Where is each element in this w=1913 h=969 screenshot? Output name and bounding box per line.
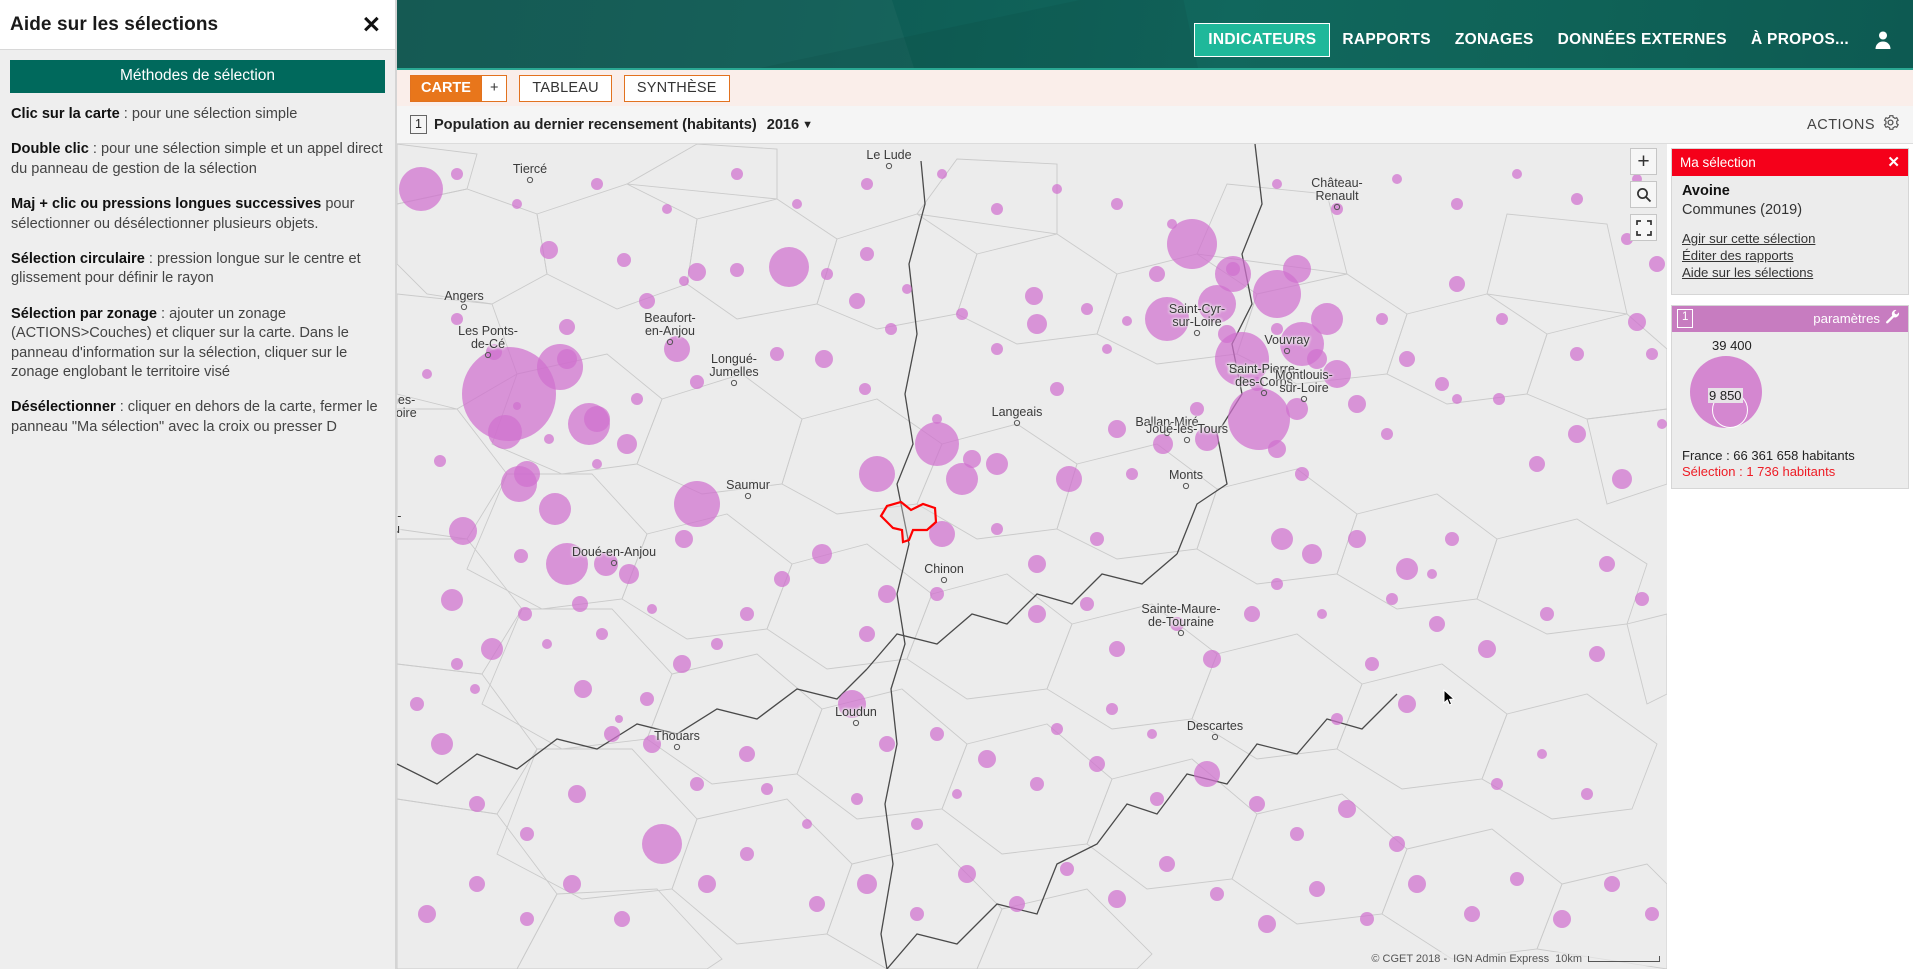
nav-item-a-propos[interactable]: À PROPOS... — [1739, 23, 1861, 57]
nav-item-indicateurs[interactable]: INDICATEURS — [1194, 23, 1330, 57]
tab-tableau[interactable]: TABLEAU — [519, 75, 611, 102]
gear-icon[interactable] — [1882, 114, 1899, 136]
indicator-label[interactable]: Population au dernier recensement (habit… — [434, 117, 757, 133]
help-item: Sélection circulaire : pression longue s… — [10, 250, 385, 289]
user-icon[interactable] — [1873, 29, 1893, 51]
zoom-in-button[interactable]: + — [1630, 148, 1657, 175]
map-controls: + — [1630, 148, 1657, 241]
selected-commune-outline — [397, 144, 1667, 969]
indicator-number-badge: 1 — [410, 115, 427, 135]
attribution-link[interactable]: IGN Admin Express — [1453, 953, 1549, 965]
tab-carte-group: CARTE + — [410, 75, 507, 102]
france-total-label: France : 66 361 658 habitants — [1682, 448, 1898, 463]
legend-max-value: 39 400 — [1712, 338, 1752, 353]
indicator-bar: 1 Population au dernier recensement (hab… — [397, 106, 1913, 144]
wrench-icon[interactable] — [1885, 309, 1900, 327]
close-icon[interactable]: ✕ — [1887, 153, 1900, 171]
help-item: Clic sur la carte : pour une sélection s… — [10, 105, 385, 124]
link-editer-des-rapports[interactable]: Éditer des rapports — [1682, 248, 1898, 263]
tab-carte[interactable]: CARTE — [410, 75, 481, 102]
my-selection-panel: Ma sélection ✕ Avoine Communes (2019) Ag… — [1671, 148, 1909, 295]
help-item: Double clic : pour une sélection simple … — [10, 140, 385, 179]
help-panel: Aide sur les sélections ✕ Méthodes de sé… — [0, 0, 397, 969]
attribution-text: © CGET 2018 - — [1371, 953, 1447, 965]
nav-item-rapports[interactable]: RAPPORTS — [1330, 23, 1443, 57]
selected-commune-type: Communes (2019) — [1682, 202, 1898, 218]
help-item: Maj + clic ou pressions longues successi… — [10, 195, 385, 234]
view-tab-strip: CARTE + TABLEAU SYNTHÈSE — [397, 68, 1913, 106]
tab-synthese[interactable]: SYNTHÈSE — [624, 75, 730, 102]
link-aide-sur-les-selections[interactable]: Aide sur les sélections — [1682, 265, 1898, 280]
tab-carte-add-button[interactable]: + — [481, 75, 507, 102]
help-item: Sélection par zonage : ajouter un zonage… — [10, 305, 385, 383]
nav-item-zonages[interactable]: ZONAGES — [1443, 23, 1546, 57]
parameters-header: 1 paramètres — [1672, 306, 1908, 332]
my-selection-header[interactable]: Ma sélection ✕ — [1672, 149, 1908, 176]
help-item-term: Double clic — [11, 141, 89, 157]
close-icon[interactable]: ✕ — [362, 13, 381, 36]
help-item-term: Maj + clic ou pressions longues successi… — [11, 196, 321, 212]
bubble-size-legend: 39 400 9 850 — [1682, 338, 1898, 446]
parameters-settings-button[interactable]: paramètres — [1813, 309, 1900, 327]
actions-label: ACTIONS — [1807, 117, 1875, 133]
help-section-title: Méthodes de sélection — [10, 60, 385, 93]
right-sidebar: Ma sélection ✕ Avoine Communes (2019) Ag… — [1667, 144, 1913, 969]
nav-item-donnees-externes[interactable]: DONNÉES EXTERNES — [1546, 23, 1739, 57]
selection-total-label: Sélection : 1 736 habitants — [1682, 464, 1898, 479]
actions-button[interactable]: ACTIONS — [1807, 114, 1899, 136]
scale-bar — [1588, 956, 1660, 962]
map-canvas[interactable]: Le LudeTiercéChâteau- RenaultAngersSaint… — [397, 144, 1667, 969]
help-panel-body: Méthodes de sélection Clic sur la carte … — [0, 50, 395, 437]
map-attribution: © CGET 2018 - IGN Admin Express 10km — [1368, 952, 1663, 966]
help-item-text: : pour une sélection simple — [120, 106, 298, 122]
fullscreen-icon[interactable] — [1630, 214, 1657, 241]
main-navigation: INDICATEURS RAPPORTS ZONAGES DONNÉES EXT… — [1194, 23, 1899, 57]
indicator-year[interactable]: 2016 — [767, 117, 799, 133]
search-icon[interactable] — [1630, 181, 1657, 208]
help-item-term: Clic sur la carte — [11, 106, 120, 122]
help-item: Désélectionner : cliquer en dehors de la… — [10, 398, 385, 437]
top-bar: INDICATEURS RAPPORTS ZONAGES DONNÉES EXT… — [397, 0, 1913, 68]
help-item-term: Désélectionner — [11, 399, 116, 415]
help-item-term: Sélection par zonage — [11, 306, 157, 322]
parameters-panel: 1 paramètres 39 400 9 850 France : 66 36… — [1671, 305, 1909, 489]
chevron-down-icon[interactable]: ▼ — [802, 119, 813, 131]
parameters-number-badge: 1 — [1677, 309, 1693, 328]
help-panel-header: Aide sur les sélections ✕ — [0, 0, 395, 50]
legend-mid-value: 9 850 — [1708, 388, 1743, 403]
scale-label: 10km — [1555, 953, 1582, 965]
my-selection-title: Ma sélection — [1680, 155, 1756, 170]
help-panel-title: Aide sur les sélections — [10, 14, 218, 36]
my-selection-body: Avoine Communes (2019) Agir sur cette sé… — [1672, 176, 1908, 294]
help-item-term: Sélection circulaire — [11, 251, 145, 267]
selected-commune-name: Avoine — [1682, 183, 1898, 199]
parameters-body: 39 400 9 850 France : 66 361 658 habitan… — [1672, 332, 1908, 488]
parameters-title: paramètres — [1813, 311, 1880, 326]
link-agir-sur-cette-selection[interactable]: Agir sur cette sélection — [1682, 231, 1898, 246]
